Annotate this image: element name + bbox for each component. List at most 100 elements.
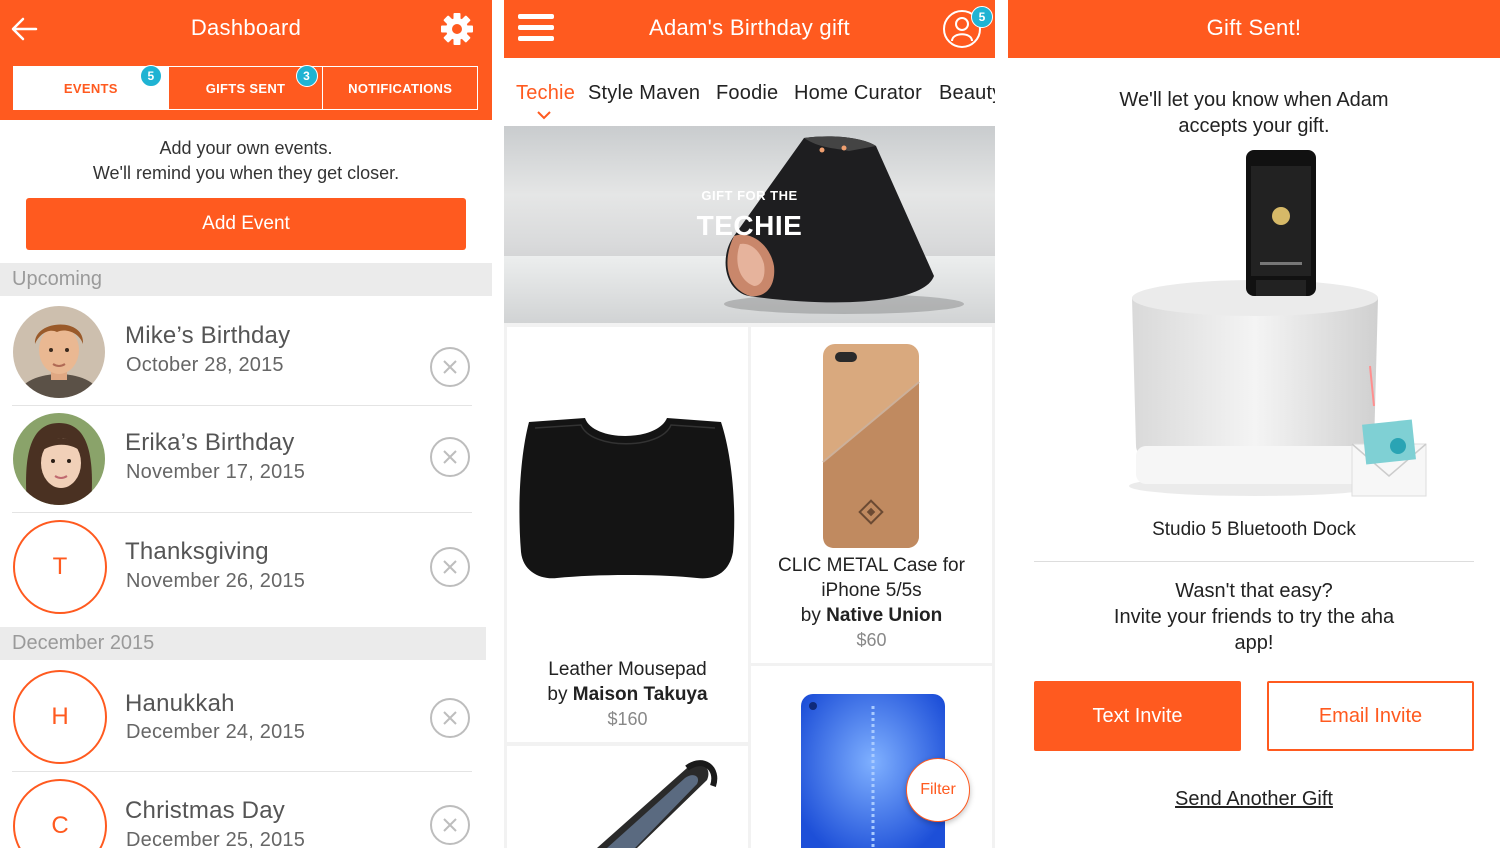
event-initial-avatar: H [13,670,107,764]
event-date: October 28, 2015 [126,354,284,376]
intro-line: We'll remind you when they get closer. [92,163,400,183]
event-row[interactable]: Erika’s Birthday November 17, 2015 [12,407,472,513]
gear-icon[interactable] [440,12,474,46]
product-card[interactable]: CLIC METAL Case for iPhone 5/5s by Nativ… [751,327,992,663]
product-card[interactable] [507,746,748,848]
remove-event-button[interactable] [430,805,470,845]
sent-product-name: Studio 5 Bluetooth Dock [1152,519,1356,540]
category-tab-techie[interactable]: Techie [516,82,575,105]
intro-text: Add your own events. We'll remind you wh… [0,136,492,186]
gifts-sent-count-badge: 3 [295,65,318,87]
ipad-case-image [801,694,945,848]
product-name-line2: iPhone 5/5s [821,580,922,601]
dock-product-image [1129,150,1427,497]
product-name: Leather Mousepad [548,659,707,680]
invite-line: Invite your friends to try the aha [1113,606,1395,628]
section-header-december: December 2015 [0,627,486,660]
event-initial-avatar: C [13,779,107,848]
by-label: by [800,605,827,626]
close-icon [443,450,457,464]
product-card[interactable]: Leather Mousepad by Maison Takuya $160 [507,327,748,742]
close-icon [443,711,457,725]
gift-sent-screen: Gift Sent! We'll let you know when Adam … [1008,0,1500,848]
event-date: December 25, 2015 [126,829,306,848]
add-event-button[interactable]: Add Event [26,198,466,250]
event-date: December 24, 2015 [126,721,306,743]
hero-banner[interactable]: GIFT FOR THE TECHIE [504,126,995,323]
divider [1034,561,1474,562]
event-name: Christmas Day [125,797,285,824]
gift-shop-screen: Adam's Birthday gift 5 Techie Style Mave… [504,0,995,848]
category-tab-beauty[interactable]: Beauty [939,82,995,105]
invite-message: Wasn't that easy? Invite your friends to… [1008,578,1500,656]
product-brand: Native Union [826,605,943,626]
close-icon [443,560,457,574]
event-date: November 26, 2015 [126,570,306,592]
event-initial-avatar: T [13,520,107,614]
category-tab-foodie[interactable]: Foodie [716,82,778,105]
category-tabs: Techie Style Maven Foodie Home Curator B… [504,58,995,126]
product-brand-line: by Native Union [751,603,992,628]
tab-label: GIFTS SENT [205,80,286,96]
remove-event-button[interactable] [430,437,470,477]
avatar [13,306,105,398]
events-count-badge: 5 [140,65,162,87]
event-name: Thanksgiving [125,538,269,565]
dashboard-header: Dashboard [0,0,492,58]
hero-subtitle: GIFT FOR THE [701,188,798,203]
event-name: Erika’s Birthday [125,429,295,456]
product-price: $160 [607,709,648,729]
product-brand-line: by Maison Takuya [507,682,748,707]
tab-label: EVENTS [63,80,118,96]
tab-label: NOTIFICATIONS [348,80,453,96]
send-another-gift-link[interactable]: Send Another Gift [1008,788,1500,811]
sent-header: Gift Sent! [1008,0,1500,58]
confirmation-message: We'll let you know when Adam accepts you… [1008,87,1500,139]
mousepad-image [519,418,735,579]
intro-line: Add your own events. [159,138,333,158]
close-icon [443,360,457,374]
tab-bar: EVENTS 5 GIFTS SENT 3 NOTIFICATIONS [13,65,478,110]
product-card[interactable] [751,666,992,848]
category-tab-style-maven[interactable]: Style Maven [588,82,700,105]
remove-event-button[interactable] [430,698,470,738]
tabs-band: EVENTS 5 GIFTS SENT 3 NOTIFICATIONS [0,58,492,120]
tab-gifts-sent[interactable]: GIFTS SENT 3 [167,65,323,109]
remove-event-button[interactable] [430,547,470,587]
phone-case-image [822,344,920,548]
product-brand: Maison Takuya [572,684,708,705]
remove-event-button[interactable] [430,347,470,387]
email-invite-button[interactable]: Email Invite [1267,681,1474,751]
hero-title: TECHIE [696,210,803,241]
person-photo-icon [13,306,105,398]
invite-line: app! [1234,632,1274,654]
confirmation-line: We'll let you know when Adam [1119,89,1389,111]
page-title: Dashboard [190,15,302,40]
confirmation-line: accepts your gift. [1178,115,1330,137]
event-row[interactable]: C Christmas Day December 25, 2015 [12,774,472,848]
section-header-upcoming: Upcoming [0,263,492,296]
event-row[interactable]: H Hanukkah December 24, 2015 [12,666,472,772]
category-tab-home-curator[interactable]: Home Curator [794,82,922,105]
dashboard-screen: Dashboard EVENTS 5 GIFTS SENT 3 NOTIFICA… [0,0,492,848]
chevron-down-icon [537,111,551,120]
invite-line: Wasn't that easy? [1175,580,1333,602]
tablet-stand-image [597,760,718,848]
page-title: Gift Sent! [1206,15,1302,40]
event-name: Mike’s Birthday [125,322,291,349]
event-row[interactable]: T Thanksgiving November 26, 2015 [12,514,472,620]
close-icon [443,818,457,832]
shop-header: Adam's Birthday gift 5 [504,0,995,58]
event-date: November 17, 2015 [126,461,306,483]
profile-notification-badge: 5 [971,6,993,28]
page-title: Adam's Birthday gift [649,15,850,40]
product-price: $60 [856,630,887,650]
avatar [13,413,105,505]
text-invite-button[interactable]: Text Invite [1034,681,1241,751]
filter-button[interactable]: Filter [906,758,970,822]
tab-events[interactable]: EVENTS 5 [14,65,168,109]
event-row[interactable]: Mike’s Birthday October 28, 2015 [12,300,472,406]
product-name: CLIC METAL Case for [778,555,965,576]
tab-notifications[interactable]: NOTIFICATIONS [322,67,477,109]
person-photo-icon [13,413,105,505]
